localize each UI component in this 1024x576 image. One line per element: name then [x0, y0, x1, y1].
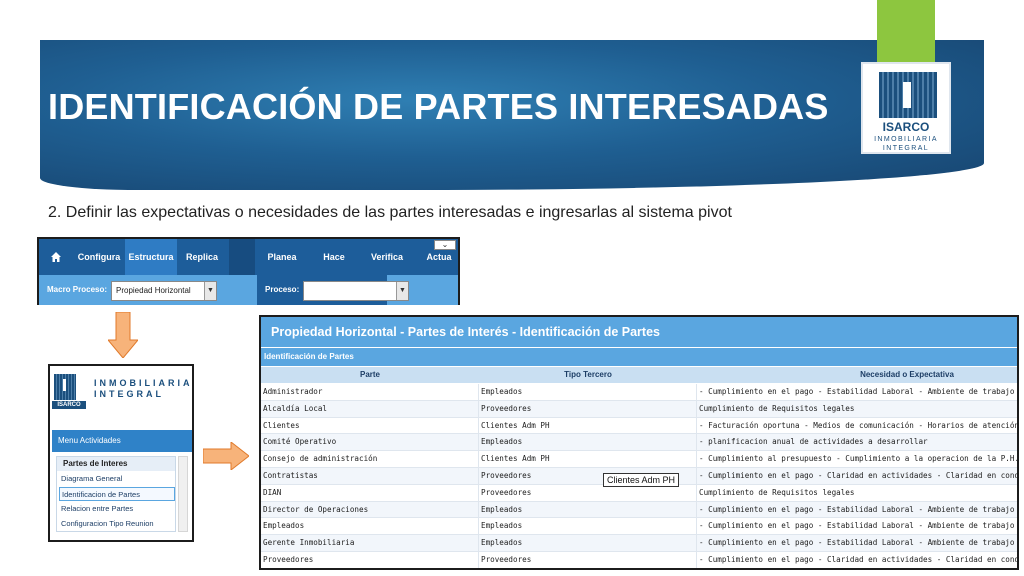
- cell-necesidad: - Cumplimiento en el pago - Estabilidad …: [697, 535, 1017, 551]
- menu-link-relacion[interactable]: Relacion entre Partes: [59, 502, 175, 516]
- table-screenshot: Propiedad Horizontal - Partes de Interés…: [259, 315, 1019, 570]
- nav-item-hace[interactable]: Hace: [309, 239, 359, 275]
- cell-tipo-tercero: Empleados: [479, 434, 697, 451]
- column-header-necesidad[interactable]: Necesidad o Expectativa: [697, 367, 1017, 383]
- cell-necesidad: - planificacion anual de actividades a d…: [697, 434, 1017, 450]
- isarco-logo: ISARCO INMOBILIARIA INTEGRAL: [861, 62, 951, 154]
- nav-item-estructura[interactable]: Estructura: [125, 239, 177, 275]
- table-header-row: Parte Tipo Tercero Necesidad o Expectati…: [261, 367, 1017, 383]
- column-header-parte[interactable]: Parte: [261, 367, 479, 383]
- cell-necesidad: - Cumplimiento en el pago - Claridad en …: [697, 552, 1017, 568]
- cell-parte: Comité Operativo: [261, 434, 479, 451]
- home-icon[interactable]: [51, 252, 61, 262]
- nav-screenshot: Configura Estructura Replica Planea Hace…: [37, 237, 460, 305]
- table-row[interactable]: Gerente Inmobiliaria Empleados - Cumplimie…: [261, 535, 1017, 552]
- cell-tipo-tercero: Clientes Adm PH: [479, 417, 697, 434]
- table-row[interactable]: Administrador Empleados - Cumplimiento en …: [261, 384, 1017, 401]
- table-title: Propiedad Horizontal - Partes de Interés…: [261, 317, 1017, 347]
- menu-actividades-bar[interactable]: Menu Actividades: [52, 430, 192, 452]
- table-row[interactable]: Proveedores Proveedores - Cumplimiento en …: [261, 552, 1017, 568]
- cell-tipo-tercero: Clientes Adm PH: [479, 451, 697, 467]
- column-header-tipo-tercero[interactable]: Tipo Tercero: [479, 367, 697, 383]
- cell-necesidad: Cumplimiento de Requisitos legales: [697, 401, 1017, 417]
- table-row[interactable]: Consejo de administración Clientes Adm PH…: [261, 451, 1017, 468]
- cell-tipo-tercero: Proveedores: [479, 552, 697, 568]
- nav-item-configura[interactable]: Configura: [73, 239, 125, 275]
- logo-name: ISARCO: [882, 120, 930, 134]
- cell-tipo-tercero: Proveedores: [479, 484, 697, 501]
- cell-necesidad: - Cumplimiento en el pago - Estabilidad …: [697, 384, 1017, 400]
- cell-necesidad: - Cumplimiento en el pago - Claridad en …: [697, 468, 1017, 484]
- table-row[interactable]: DIAN Proveedores Cumplimiento de Requisito…: [261, 484, 1017, 502]
- proceso-filter-area: Proceso: ▼: [257, 275, 409, 305]
- cell-parte: Consejo de administración: [261, 451, 479, 467]
- isarco-logo-icon: [54, 374, 76, 400]
- macro-proceso-select[interactable]: Propiedad Horizontal ▼: [111, 281, 217, 301]
- chevron-down-icon[interactable]: ⌄: [434, 240, 456, 250]
- logo-mark-icon: [879, 72, 937, 118]
- menu-link-identificacion[interactable]: Identificacion de Partes: [59, 487, 175, 501]
- cell-necesidad: - Cumplimiento en el pago - Estabilidad …: [697, 518, 1017, 534]
- menu-scrollbar[interactable]: [178, 456, 188, 532]
- menu-link-configuracion[interactable]: Configuracion Tipo Reunion: [59, 517, 175, 531]
- cell-tipo-tercero: Proveedores: [479, 400, 697, 417]
- nav-item-replica[interactable]: Replica: [177, 239, 227, 275]
- proceso-select[interactable]: ▼: [303, 281, 409, 301]
- cell-parte: DIAN: [261, 484, 479, 501]
- table-row[interactable]: Comité Operativo Empleados - planificacion…: [261, 434, 1017, 452]
- table-row[interactable]: Empleados Empleados - Cumplimiento en el p…: [261, 518, 1017, 536]
- cell-tipo-tercero: Empleados: [479, 535, 697, 551]
- cell-parte: Gerente Inmobiliaria: [261, 535, 479, 551]
- menu-panel: Partes de Interes Diagrama General Ident…: [56, 456, 176, 532]
- proceso-label: Proceso:: [265, 285, 300, 294]
- cell-parte: Director de Operaciones: [261, 501, 479, 518]
- menu-brand: INMOBILIARIA INTEGRAL: [94, 378, 193, 399]
- cell-parte: Alcaldía Local: [261, 400, 479, 417]
- table-row[interactable]: Director de Operaciones Empleados - Cumpli…: [261, 501, 1017, 519]
- accent-bar: [877, 0, 935, 64]
- nav-spacer: [229, 239, 255, 275]
- cell-tipo-tercero: Empleados: [479, 384, 697, 400]
- menu-group-header[interactable]: Partes de Interes: [57, 457, 175, 471]
- cell-necesidad: - Cumplimiento en el pago - Estabilidad …: [697, 502, 1017, 518]
- macro-proceso-label: Macro Proceso:: [47, 285, 108, 294]
- menu-screenshot: ISARCO INMOBILIARIA INTEGRAL Menu Activi…: [48, 364, 194, 542]
- logo-subtitle: INMOBILIARIA INTEGRAL: [874, 136, 938, 152]
- cell-tipo-tercero: Empleados: [479, 518, 697, 535]
- cell-necesidad: - Cumplimiento al presupuesto - Cumplimi…: [697, 451, 1017, 467]
- slide-title: IDENTIFICACIÓN DE PARTES INTERESADAS: [48, 86, 829, 127]
- arrow-down-icon: [108, 312, 138, 358]
- menu-link-diagrama[interactable]: Diagrama General: [59, 472, 175, 486]
- tooltip: Clientes Adm PH: [603, 473, 680, 487]
- top-nav-bar: Configura Estructura Replica Planea Hace…: [39, 239, 458, 275]
- chevron-down-icon: ▼: [396, 282, 408, 300]
- cell-parte: Empleados: [261, 518, 479, 535]
- chevron-down-icon: ▼: [204, 282, 216, 300]
- nav-item-planea[interactable]: Planea: [257, 239, 307, 275]
- menu-logo-text: ISARCO: [52, 401, 86, 409]
- cell-parte: Proveedores: [261, 552, 479, 568]
- cell-necesidad: Cumplimiento de Requisitos legales: [697, 485, 1017, 501]
- nav-item-verifica[interactable]: Verifica: [361, 239, 413, 275]
- cell-parte: Administrador: [261, 384, 479, 400]
- arrow-right-icon: [203, 442, 249, 470]
- cell-tipo-tercero: Empleados: [479, 501, 697, 518]
- cell-parte: Contratistas: [261, 468, 479, 484]
- cell-necesidad: - Facturación oportuna - Medios de comun…: [697, 418, 1017, 434]
- filter-bar: Macro Proceso: Propiedad Horizontal ▼ Pr…: [39, 275, 458, 305]
- table-section-header: Identificación de Partes: [261, 348, 1017, 366]
- table-row[interactable]: Alcaldía Local Proveedores Cumplimiento de…: [261, 400, 1017, 418]
- slide-subtitle: 2. Definir las expectativas o necesidade…: [48, 204, 732, 221]
- table-row[interactable]: Clientes Clientes Adm PH - Facturación opo…: [261, 417, 1017, 435]
- cell-parte: Clientes: [261, 417, 479, 434]
